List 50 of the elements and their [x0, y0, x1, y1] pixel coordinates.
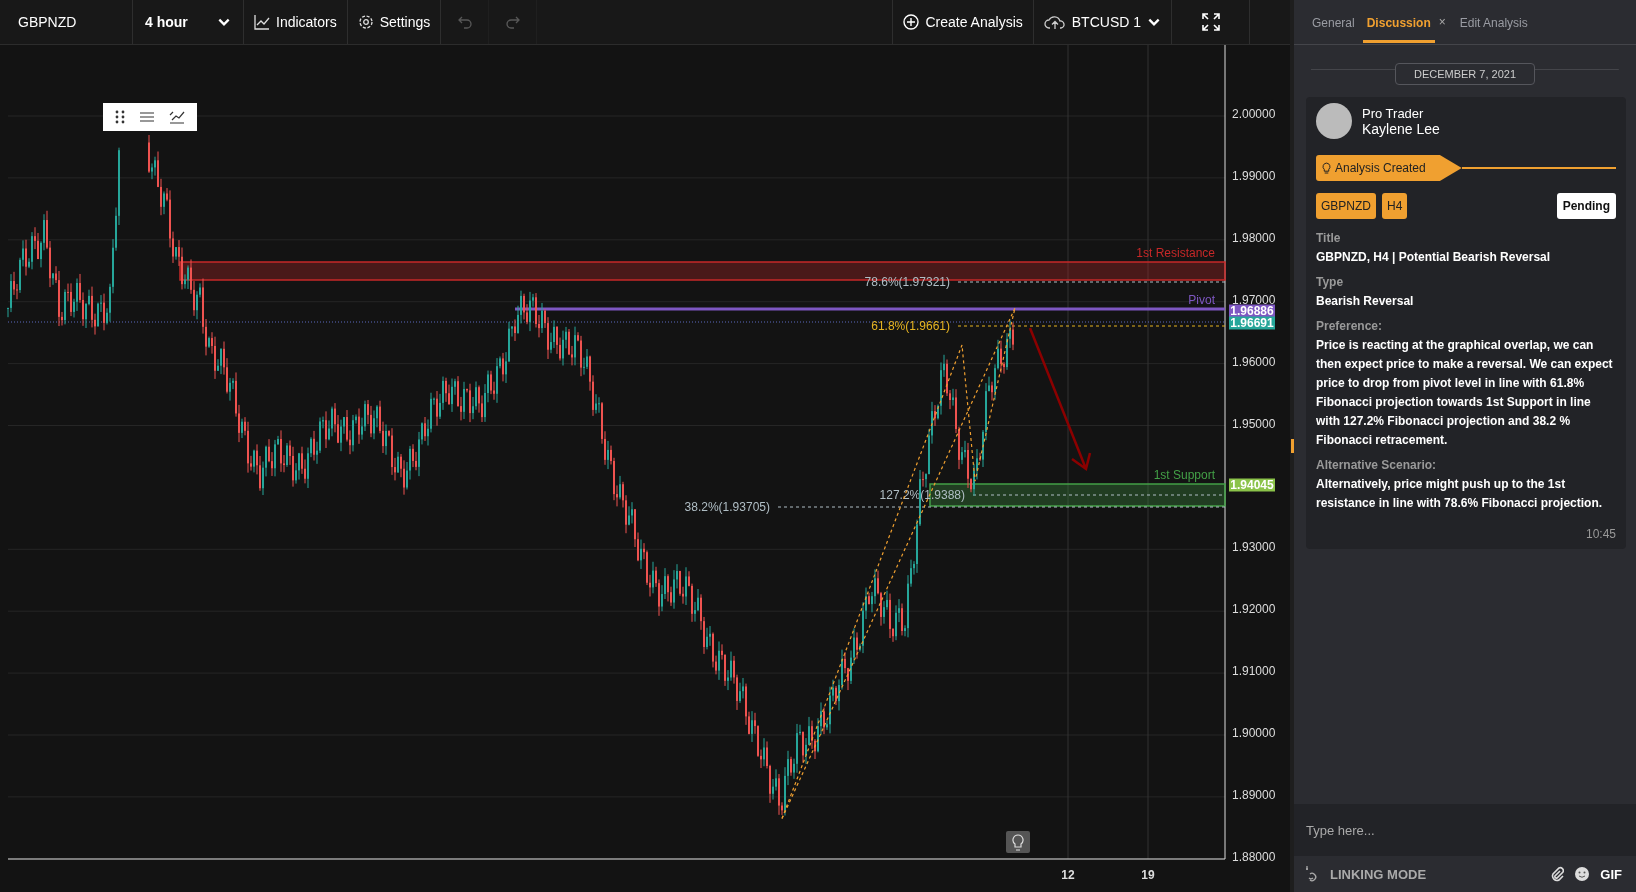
price-label: 1.90000 — [1232, 726, 1276, 740]
date-label: 19 — [1141, 868, 1155, 882]
level-label: Pivot — [1188, 293, 1215, 307]
panel-tab[interactable]: Discussion — [1362, 1, 1435, 43]
price-label: 1.98000 — [1232, 230, 1276, 245]
level-label: 1st Resistance — [1136, 246, 1215, 260]
date-label: 12 — [1061, 868, 1075, 882]
timeframe-dropdown[interactable]: 4 hour — [133, 0, 244, 44]
field-value: Alternatively, price might push up to the 1st resistance in line with 78.6% Fibonacci projection. — [1316, 476, 1604, 512]
tag: GBPNZD — [1316, 193, 1376, 219]
author-name: Kaylene Lee — [1362, 120, 1440, 137]
status-badge: Pending — [1556, 193, 1616, 219]
field-value: Price is reacting at the graphical overlap, we can then expect price to make a reversal. We can expect price to drop from pivot level in line with 61.8% Fibonacci projection towards 1st Support in line with 127.2% Fibonacci projection and 38.2 % Fibonacci retracement. — [1316, 337, 1614, 449]
field-label: Preference: — [1316, 319, 1384, 333]
fibonacci-label: 61.8%(1.9661) — [871, 319, 950, 333]
tag: H4 — [1382, 193, 1408, 219]
symbol-label: GBPNZD — [0, 0, 133, 44]
price-tag-label: 1.96691 — [1230, 316, 1274, 330]
price-label: 1.93000 — [1232, 540, 1276, 555]
gif-button[interactable]: GIF — [1600, 866, 1622, 882]
price-label: 1.92000 — [1232, 602, 1276, 617]
field-value: GBPNZD, H4 | Potential Bearish Reversal — [1316, 249, 1552, 266]
price-label: 2.00000 — [1232, 107, 1276, 121]
panel-tab[interactable]: General — [1308, 1, 1359, 43]
price-label: 1.96000 — [1232, 354, 1276, 369]
level-label: 1st Support — [1153, 468, 1215, 482]
account-dropdown[interactable]: BTCUSD 1 — [1033, 0, 1172, 44]
price-tag-label: 1.94045 — [1230, 478, 1274, 492]
status-banner: Analysis Created — [1316, 155, 1462, 181]
field-value: Bearish Reversal — [1316, 293, 1415, 310]
message-input[interactable]: Type here... — [1294, 804, 1636, 856]
close-tab-button[interactable]: × — [1438, 15, 1452, 29]
create-analysis-button[interactable]: Create Analysis — [893, 0, 1034, 44]
price-tag-label: 1.96886 — [1230, 304, 1274, 318]
price-label: 1.88000 — [1232, 849, 1276, 864]
post-time: 10:45 — [1584, 527, 1616, 541]
price-label: 1.97000 — [1232, 292, 1276, 307]
indicators-button[interactable]: Indicators — [244, 0, 348, 44]
price-label: 1.99000 — [1232, 168, 1276, 183]
price-label: 1.91000 — [1232, 664, 1276, 679]
fibonacci-label: 38.2%(1.93705) — [684, 500, 770, 514]
price-label: 1.89000 — [1232, 787, 1276, 802]
author-role: Pro Trader — [1362, 105, 1425, 121]
panel-tab[interactable]: Edit Analysis — [1455, 1, 1532, 43]
field-label: Title — [1316, 231, 1342, 245]
price-label: 1.95000 — [1232, 416, 1276, 431]
linking-mode-label[interactable]: LINKING MODE — [1330, 866, 1427, 882]
field-label: Alternative Scenario: — [1316, 458, 1438, 472]
field-label: Type — [1316, 275, 1345, 289]
settings-button[interactable]: Settings — [347, 0, 442, 44]
